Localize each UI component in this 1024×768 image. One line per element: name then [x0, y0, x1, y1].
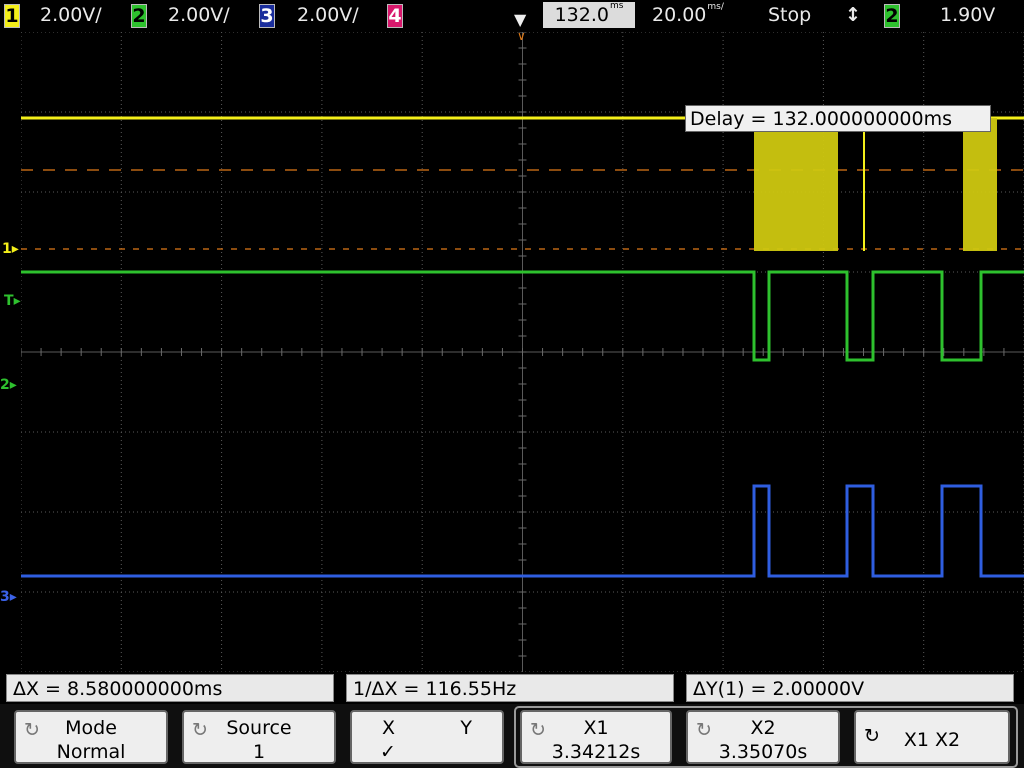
ch1-marker-label: 1	[2, 241, 12, 257]
x1-value: 3.34212s	[551, 741, 641, 763]
x2-label: X2	[750, 717, 776, 739]
waveform-display[interactable]: ∨ Delay = 132.000000000ms	[21, 32, 1024, 672]
channel-3-scale[interactable]: 2.00V/	[297, 3, 359, 27]
trigger-marker-icon: ∨	[517, 32, 526, 43]
mode-softkey[interactable]: ↻ Mode Normal	[14, 710, 168, 764]
ch1-bursts	[754, 118, 997, 251]
delay-value: 132.0	[554, 4, 609, 26]
status-bar: 1 2.00V/ 2 2.00V/ 3 2.00V/ 4 ▼ 132.0ms 2…	[0, 0, 1024, 32]
xy-softkey[interactable]: X Y ✓	[350, 710, 504, 764]
trigger-slope-icon[interactable]: ↕	[845, 3, 861, 27]
channel-2-scale[interactable]: 2.00V/	[168, 3, 230, 27]
trigger-marker-label: T	[4, 293, 14, 309]
timebase-display[interactable]: 20.00ms/	[652, 3, 724, 27]
ch3-ground-marker[interactable]: 3▸	[0, 590, 17, 604]
delta-x-readout: ΔX = 8.580000000ms	[6, 674, 334, 702]
channel-2-badge[interactable]: 2	[131, 4, 147, 28]
x2-value: 3.35070s	[718, 741, 808, 763]
trigger-level-marker[interactable]: T▸	[4, 294, 21, 308]
softkey-bar: ↻ Mode Normal ↻ Source 1 X Y ✓ ↻ X1 3.34…	[0, 704, 1024, 768]
channel-1-scale[interactable]: 2.00V/	[40, 3, 102, 27]
x1x2-softkey[interactable]: ↻ X1 X2	[854, 710, 1010, 764]
horizontal-reference-icon: ▼	[514, 10, 527, 29]
run-state[interactable]: Stop	[768, 3, 811, 27]
delay-display[interactable]: 132.0ms	[543, 2, 635, 28]
ch2-marker-label: 2	[0, 377, 10, 393]
delay-readout: Delay = 132.000000000ms	[685, 105, 991, 132]
check-icon: ✓	[380, 741, 396, 763]
timebase-unit: ms/	[707, 2, 724, 12]
x1-label: X1	[583, 717, 609, 739]
source-value: 1	[252, 741, 266, 763]
channel-1-badge[interactable]: 1	[4, 4, 20, 28]
delay-unit: ms	[609, 1, 624, 11]
mode-label: Mode	[65, 717, 117, 739]
channel-3-badge[interactable]: 3	[259, 4, 275, 28]
ch1-burst-2	[963, 118, 997, 251]
channel-4-badge[interactable]: 4	[387, 4, 403, 28]
ch1-burst-1	[754, 118, 838, 251]
mode-value: Normal	[56, 741, 126, 763]
ch2-ground-marker[interactable]: 2▸	[0, 378, 17, 392]
inverse-delta-x-readout: 1/ΔX = 116.55Hz	[346, 674, 674, 702]
source-label: Source	[226, 717, 292, 739]
y-label: Y	[460, 717, 472, 739]
trigger-source-badge[interactable]: 2	[884, 4, 900, 28]
x2-softkey[interactable]: ↻ X2 3.35070s	[686, 710, 840, 764]
x1x2-label: X1 X2	[903, 729, 961, 751]
timebase-value: 20.00	[652, 4, 707, 26]
delta-y-readout: ΔY(1) = 2.00000V	[686, 674, 1014, 702]
ch1-ground-marker[interactable]: 1▸	[2, 242, 19, 256]
trigger-level[interactable]: 1.90V	[940, 3, 995, 27]
source-softkey[interactable]: ↻ Source 1	[182, 710, 336, 764]
ch3-marker-label: 3	[0, 589, 10, 605]
x1-softkey[interactable]: ↻ X1 3.34212s	[520, 710, 672, 764]
